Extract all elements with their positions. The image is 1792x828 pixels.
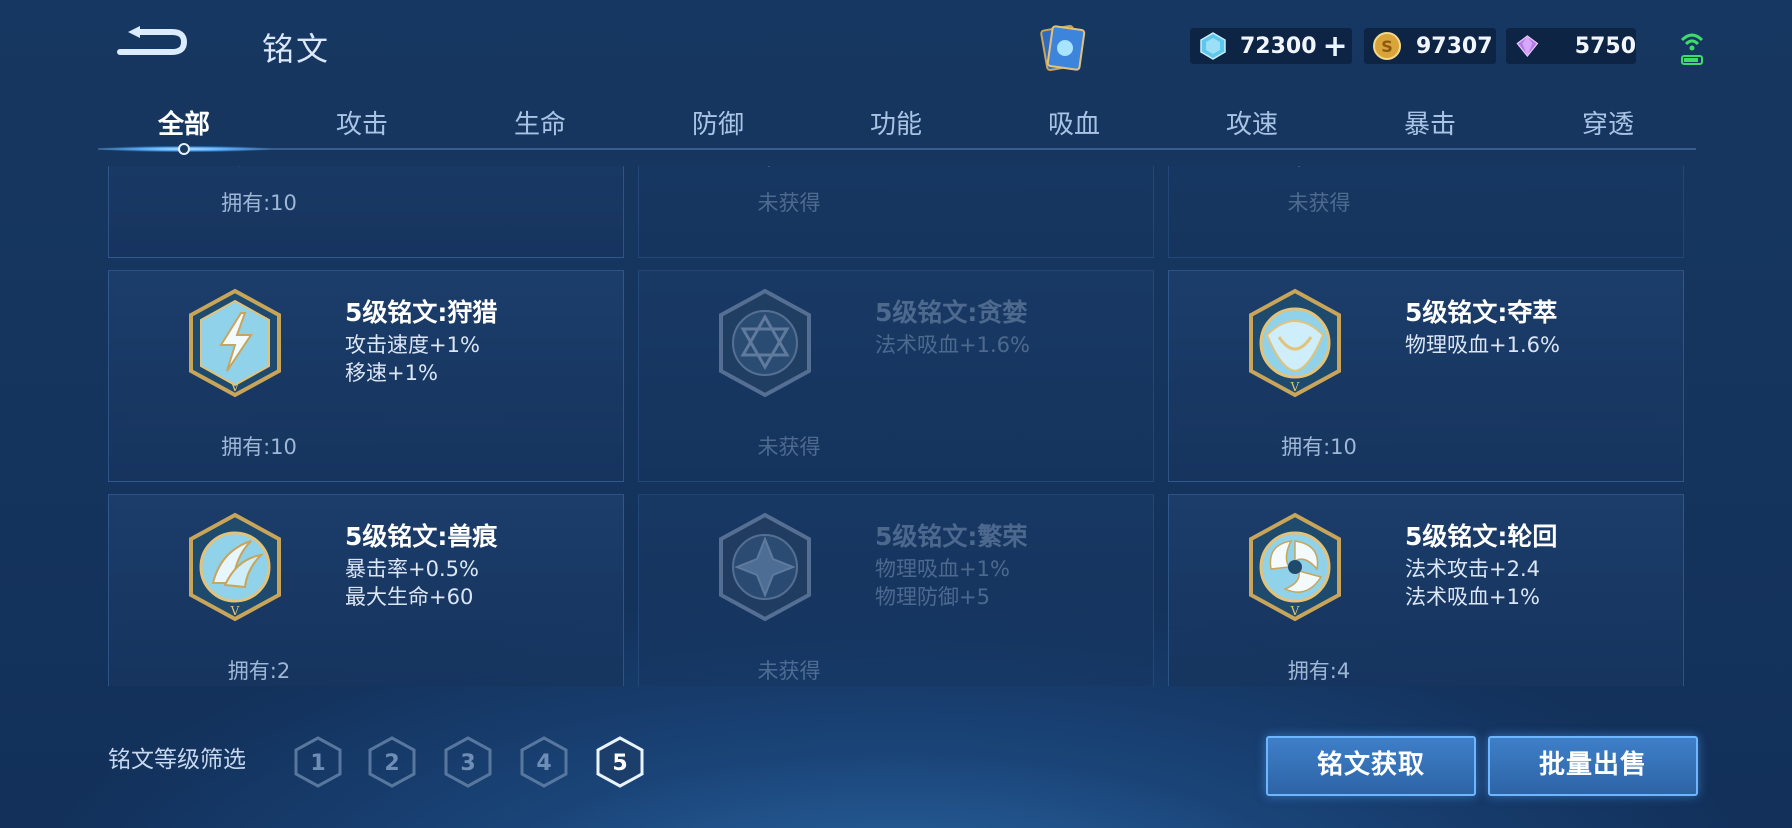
owned-count: 未获得 [1287, 191, 1351, 215]
level-1-label: 1 [310, 751, 325, 776]
tab-utility[interactable]: 功能 [836, 104, 956, 141]
rune-name: 5级铭文:狩猎 [345, 298, 498, 327]
rune-card[interactable]: 拥有:10 [108, 166, 624, 258]
knot-rune-icon: V [1249, 288, 1341, 398]
owned-count: 未获得 [757, 435, 821, 459]
level-4-label: 4 [536, 751, 551, 776]
gold-value: 97307 [1416, 33, 1493, 59]
diamond-balance: 72300 + [1190, 28, 1352, 64]
obtain-runes-button[interactable]: 铭文获取 [1266, 736, 1476, 796]
back-arrow-icon[interactable] [112, 22, 192, 62]
rune-attr: 攻击速度+1% [345, 333, 480, 357]
svg-text:S: S [1381, 37, 1393, 56]
swirl-rune-icon: V [1249, 512, 1341, 622]
gem-value: 5750 [1574, 33, 1636, 59]
tab-attack-speed[interactable]: 攻速 [1192, 104, 1312, 141]
batch-sell-button[interactable]: 批量出售 [1488, 736, 1698, 796]
level-2-label: 2 [384, 751, 399, 776]
gold-balance: S 97307 [1364, 28, 1496, 64]
rune-icon-partial [767, 166, 771, 168]
rune-grid[interactable]: 拥有:10 未获得 未获得 V 5级铭文:狩猎 攻击速度+1% 移速+1% 拥有… [108, 166, 1684, 686]
owned-count: 拥有:2 [227, 659, 291, 683]
rune-icon-partial [1297, 166, 1301, 168]
svg-text:V: V [230, 604, 240, 618]
rune-card-beast-mark[interactable]: V 5级铭文:兽痕 暴击率+0.5% 最大生命+60 拥有:2 [108, 494, 624, 686]
rune-card-samsara[interactable]: V 5级铭文:轮回 法术攻击+2.4 法术吸血+1% 拥有:4 [1168, 494, 1684, 686]
gem-balance: 5750 [1506, 28, 1636, 64]
owned-count: 未获得 [757, 191, 821, 215]
rune-attr: 暴击率+0.5% [345, 557, 479, 581]
tab-all[interactable]: 全部 [124, 104, 244, 141]
hexagram-rune-icon [719, 288, 811, 398]
rune-card[interactable]: 未获得 [1168, 166, 1684, 258]
rune-book-icon[interactable] [1034, 20, 1090, 76]
diamond-value: 72300 [1240, 33, 1317, 59]
star-rune-icon [719, 512, 811, 622]
page-title: 铭文 [262, 30, 331, 68]
rune-card-greed[interactable]: 5级铭文:贪婪 法术吸血+1.6% 未获得 [638, 270, 1154, 482]
level-3-filter-button[interactable]: 3 [442, 736, 494, 788]
active-tab-dot [178, 143, 190, 155]
rune-name: 5级铭文:繁荣 [875, 522, 1028, 551]
level-2-filter-button[interactable]: 2 [366, 736, 418, 788]
svg-text:V: V [1290, 380, 1300, 394]
wifi-signal-icon [1680, 33, 1704, 65]
rune-attr: 法术攻击+2.4 [1405, 557, 1540, 581]
level-5-label: 5 [612, 751, 627, 776]
rune-icon-partial [238, 166, 240, 167]
tab-lifesteal[interactable]: 吸血 [1014, 104, 1134, 141]
tab-defense[interactable]: 防御 [658, 104, 778, 141]
rune-card[interactable]: 未获得 [638, 166, 1154, 258]
rune-attr: 法术吸血+1% [1405, 585, 1540, 609]
level-5-filter-button[interactable]: 5 [594, 736, 646, 788]
add-diamond-button[interactable]: + [1323, 29, 1348, 64]
owned-count: 拥有:10 [1281, 435, 1357, 459]
tab-health[interactable]: 生命 [480, 104, 600, 141]
lightning-rune-icon: V [189, 288, 281, 398]
top-bar: 铭文 72300 + S 97307 5750 [0, 0, 1792, 92]
tab-divider [98, 148, 1696, 150]
level-4-filter-button[interactable]: 4 [518, 736, 570, 788]
crystal-gem-icon [1516, 35, 1539, 58]
rune-attr: 法术吸血+1.6% [875, 333, 1030, 357]
owned-count: 未获得 [757, 659, 821, 683]
owned-count: 拥有:4 [1287, 659, 1351, 683]
rune-attr: 物理吸血+1.6% [1405, 333, 1560, 357]
level-1-filter-button[interactable]: 1 [292, 736, 344, 788]
rune-name: 5级铭文:贪婪 [875, 298, 1028, 327]
owned-count: 拥有:10 [221, 191, 297, 215]
tab-attack[interactable]: 攻击 [302, 104, 422, 141]
tab-penetration[interactable]: 穿透 [1548, 104, 1668, 141]
rune-attr: 最大生命+60 [345, 585, 474, 609]
rune-card-plunder[interactable]: V 5级铭文:夺萃 物理吸血+1.6% 拥有:10 [1168, 270, 1684, 482]
rune-name: 5级铭文:夺萃 [1405, 298, 1558, 327]
rune-name: 5级铭文:轮回 [1405, 522, 1558, 551]
owned-count: 拥有:10 [221, 435, 297, 459]
rune-attr: 移速+1% [345, 361, 438, 385]
level-filter-label: 铭文等级筛选 [108, 747, 246, 773]
gold-coin-icon: S [1373, 32, 1401, 60]
diamond-icon [1200, 32, 1226, 60]
svg-text:V: V [1290, 604, 1300, 618]
tab-critical[interactable]: 暴击 [1370, 104, 1490, 141]
svg-text:V: V [230, 380, 240, 394]
rune-name: 5级铭文:兽痕 [345, 522, 498, 551]
level-3-label: 3 [460, 751, 475, 776]
category-tabs: 全部 攻击 生命 防御 功能 吸血 攻速 暴击 穿透 [98, 92, 1696, 155]
rune-card-prosperity[interactable]: 5级铭文:繁荣 物理吸血+1% 物理防御+5 未获得 [638, 494, 1154, 686]
rune-card-hunt[interactable]: V 5级铭文:狩猎 攻击速度+1% 移速+1% 拥有:10 [108, 270, 624, 482]
claw-rune-icon: V [189, 512, 281, 622]
rune-attr: 物理防御+5 [875, 585, 990, 609]
rune-attr: 物理吸血+1% [875, 557, 1010, 581]
